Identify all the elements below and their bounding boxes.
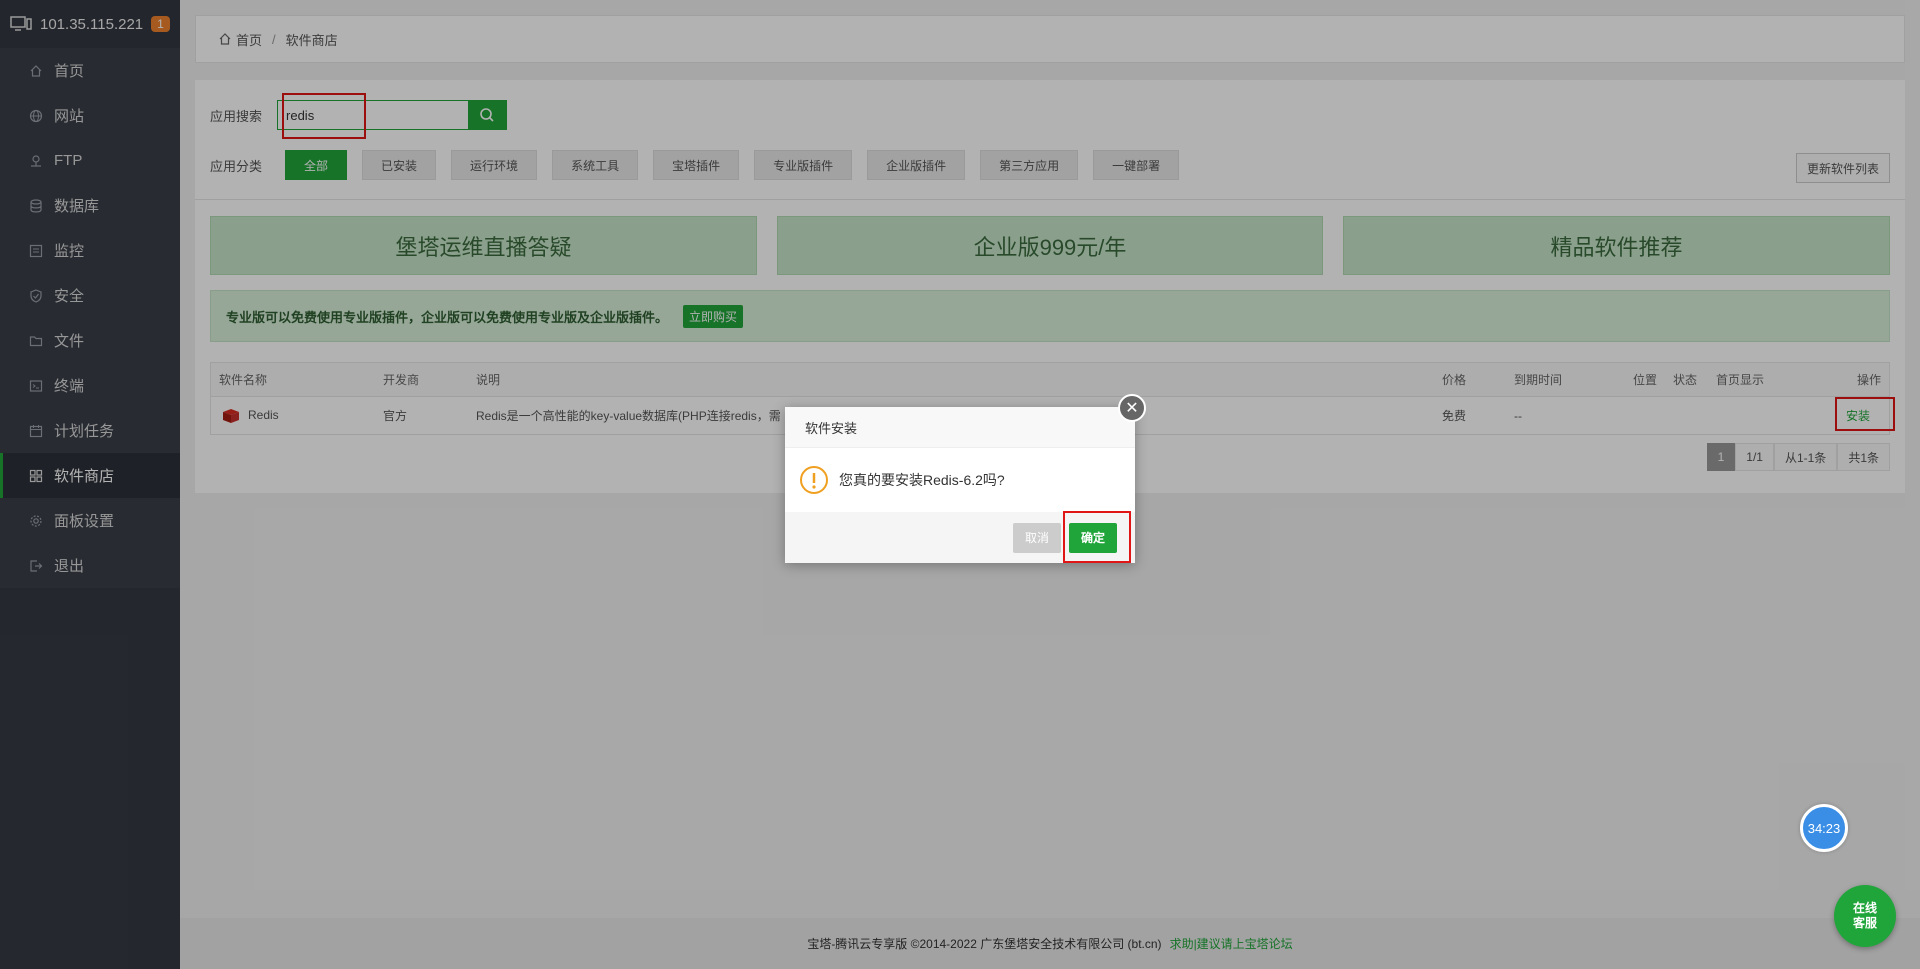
cancel-button[interactable]: 取消 xyxy=(1012,522,1061,553)
dialog-title: 软件安装 xyxy=(785,407,1135,448)
timer-badge[interactable]: 34:23 xyxy=(1800,804,1848,852)
support-line1: 在线 xyxy=(1852,901,1877,915)
online-support-button[interactable]: 在线 客服 xyxy=(1834,885,1896,947)
support-label: 在线 客服 xyxy=(1853,901,1877,931)
support-line2: 客服 xyxy=(1852,916,1877,930)
dialog-message: 您真的要安装Redis-6.2吗? xyxy=(839,472,1005,488)
dialog-body: 您真的要安装Redis-6.2吗? xyxy=(785,448,1135,512)
close-icon[interactable]: ✕ xyxy=(1118,394,1146,422)
confirm-highlight-box xyxy=(1063,511,1131,563)
warning-icon xyxy=(800,466,828,494)
